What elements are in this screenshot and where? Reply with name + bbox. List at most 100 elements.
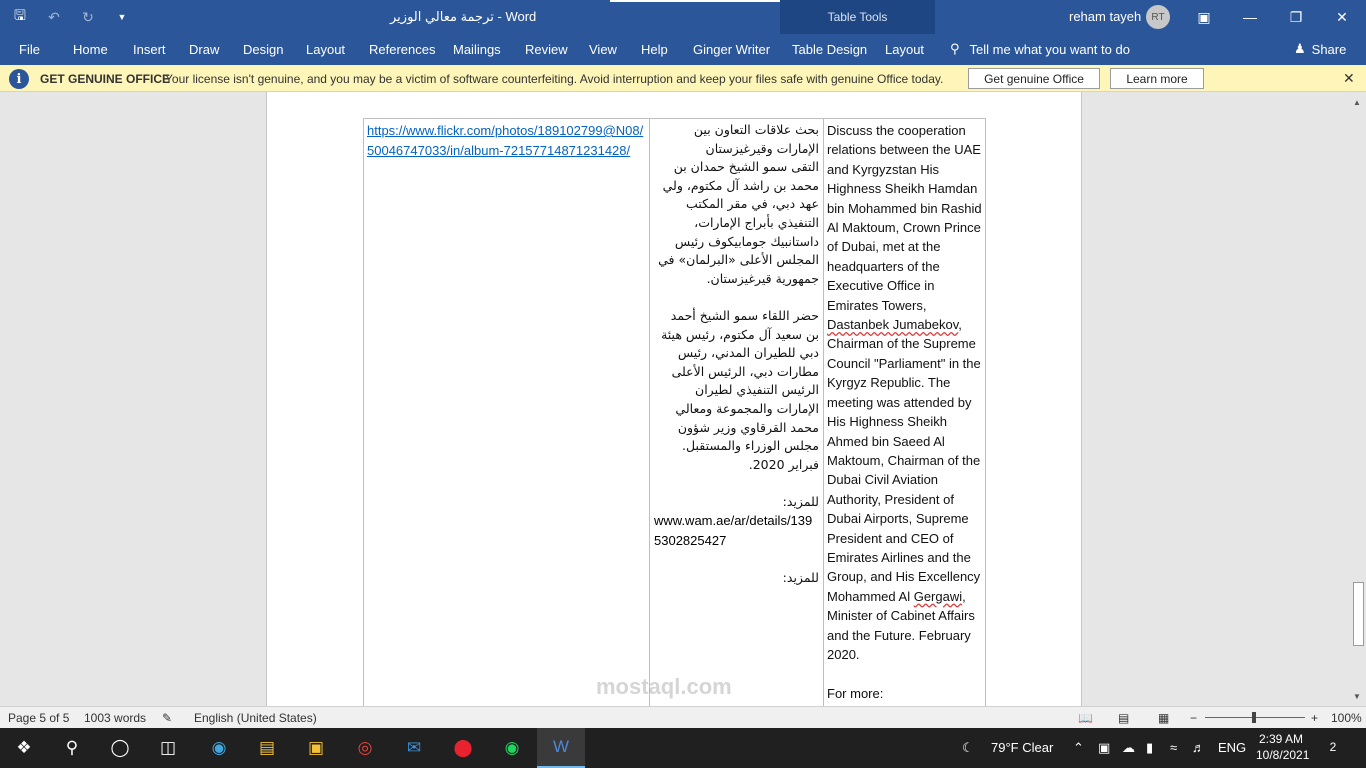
tab-references[interactable]: References — [369, 42, 435, 57]
arabic-more-label-2: للمزيد: — [782, 569, 819, 585]
get-genuine-office-button[interactable]: Get genuine Office — [968, 68, 1100, 89]
quick-access-toolbar: 🖫 ↶ ↻ ▼ — [10, 0, 132, 34]
web-layout-icon[interactable]: ▦ — [1158, 711, 1169, 725]
close-icon[interactable]: ✕ — [1319, 0, 1365, 34]
tab-accent-line — [610, 0, 805, 2]
network-tray-icon[interactable]: ▣ — [1098, 740, 1110, 756]
document-canvas[interactable]: https://www.flickr.com/photos/189102799@… — [0, 92, 1366, 706]
notification-center[interactable]: 2 — [1322, 736, 1344, 758]
clock-time: 2:39 AM — [1258, 732, 1304, 746]
undo-icon[interactable]: ↶ — [44, 7, 64, 27]
battery-icon[interactable]: ▮ — [1146, 740, 1153, 756]
wifi-icon[interactable]: ≈ — [1170, 740, 1177, 755]
table-tools-label: Table Tools — [780, 0, 935, 34]
restore-icon[interactable]: ❐ — [1273, 0, 1319, 34]
tab-view[interactable]: View — [589, 42, 617, 57]
person-icon: ♟ — [1294, 41, 1306, 56]
page-count[interactable]: Page 5 of 5 — [8, 711, 69, 725]
arabic-paragraph-1: التقى سمو الشيخ حمدان بن محمد بن راشد آل… — [658, 159, 819, 286]
spotify-icon[interactable]: ◉ — [488, 728, 536, 768]
input-language[interactable]: ENG — [1218, 740, 1246, 755]
redo-icon[interactable]: ↻ — [78, 7, 98, 27]
tab-ginger-writer[interactable]: Ginger Writer — [693, 42, 770, 57]
share-label: Share — [1311, 41, 1347, 57]
weather-status[interactable]: 79°F Clear — [991, 740, 1053, 755]
tab-insert[interactable]: Insert — [133, 42, 166, 57]
tab-review[interactable]: Review — [525, 42, 568, 57]
scroll-up-icon[interactable]: ▲ — [1353, 98, 1361, 107]
table-cell-link[interactable]: https://www.flickr.com/photos/189102799@… — [364, 119, 650, 706]
banner-text: Your license isn't genuine, and you may … — [165, 72, 944, 86]
document-page[interactable]: https://www.flickr.com/photos/189102799@… — [266, 92, 1082, 706]
cloud-icon[interactable]: ☁ — [1122, 740, 1135, 756]
chrome-icon[interactable]: ◎ — [341, 728, 389, 768]
tab-table-layout[interactable]: Layout — [885, 42, 924, 57]
tab-mailings[interactable]: Mailings — [453, 42, 501, 57]
vertical-scrollbar[interactable]: ▲ ▼ — [1350, 92, 1366, 706]
tab-design[interactable]: Design — [243, 42, 283, 57]
system-clock[interactable]: 2:39 AM 10/8/2021 — [1256, 731, 1309, 763]
spelling-error[interactable]: Dastanbek Jumabekov — [827, 317, 958, 332]
scroll-thumb[interactable] — [1353, 582, 1364, 646]
taskbar: ❖ ⚲ ◯ ◫ ◉ ▤ ▣ ◎ ✉ ⬤ ◉ W ☾ 79°F Clear ⌃ ▣… — [0, 728, 1366, 768]
avatar[interactable]: RT — [1146, 5, 1170, 29]
ribbon-display-options-icon[interactable]: ▣ — [1181, 0, 1227, 34]
spelling-error[interactable]: Gergawi — [914, 589, 962, 604]
customize-toolbar-icon[interactable]: ▼ — [112, 7, 132, 27]
file-explorer-icon[interactable]: ▤ — [243, 728, 291, 768]
tab-layout[interactable]: Layout — [306, 42, 345, 57]
proofing-icon[interactable]: ✎ — [162, 711, 172, 725]
tab-draw[interactable]: Draw — [189, 42, 219, 57]
english-translation: Discuss the cooperation relations betwee… — [827, 123, 982, 662]
flickr-link[interactable]: https://www.flickr.com/photos/189102799@… — [367, 121, 646, 160]
tab-home[interactable]: Home — [73, 42, 108, 57]
language-status[interactable]: English (United States) — [194, 711, 317, 725]
share-button[interactable]: ♟ Share — [1294, 41, 1346, 57]
edge-icon[interactable]: ◉ — [195, 728, 243, 768]
word-taskbar-icon[interactable]: W — [537, 728, 585, 768]
save-icon[interactable]: 🖫 — [10, 7, 30, 27]
read-mode-icon[interactable]: 📖 — [1078, 711, 1093, 725]
wam-url: www.wam.ae/ar/details/1395302825427 — [654, 513, 813, 548]
zoom-level[interactable]: 100% — [1331, 711, 1362, 725]
genuine-office-banner: i GET GENUINE OFFICE Your license isn't … — [0, 65, 1366, 92]
volume-icon[interactable]: ♬ — [1192, 740, 1205, 755]
minimize-icon[interactable]: — — [1227, 0, 1273, 34]
task-view-icon[interactable]: ◫ — [144, 728, 192, 768]
zoom-in-icon[interactable]: + — [1311, 711, 1318, 725]
scroll-down-icon[interactable]: ▼ — [1353, 692, 1361, 701]
banner-title: GET GENUINE OFFICE — [40, 72, 171, 86]
table-cell-arabic[interactable]: بحث علاقات التعاون بين الإمارات وقيرغيزس… — [650, 119, 824, 706]
close-banner-icon[interactable]: ✕ — [1343, 70, 1355, 87]
zoom-slider-thumb[interactable] — [1252, 712, 1256, 723]
title-bar: 🖫 ↶ ↻ ▼ ترجمة معالي الوزير - Word Table … — [0, 0, 1366, 34]
notification-count: 2 — [1329, 740, 1337, 754]
word-count[interactable]: 1003 words — [84, 711, 146, 725]
moon-icon: ☾ — [962, 740, 974, 755]
ribbon-tabs: File Home Insert Draw Design Layout Refe… — [0, 34, 1366, 65]
table-cell-english[interactable]: Discuss the cooperation relations betwee… — [824, 119, 986, 706]
chevron-up-icon[interactable]: ⌃ — [1073, 740, 1084, 756]
tell-me-label: Tell me what you want to do — [969, 41, 1130, 57]
print-layout-icon[interactable]: ▤ — [1118, 711, 1129, 725]
info-icon: i — [9, 69, 29, 89]
search-icon[interactable]: ⚲ — [48, 728, 96, 768]
lightbulb-icon: ⚲ — [950, 41, 960, 56]
learn-more-button[interactable]: Learn more — [1110, 68, 1204, 89]
arabic-paragraph-2: حضر اللقاء سمو الشيخ أحمد بن سعيد آل مكت… — [661, 307, 819, 472]
tell-me-search[interactable]: ⚲ Tell me what you want to do — [950, 41, 1130, 57]
opera-icon[interactable]: ⬤ — [439, 728, 487, 768]
watermark-text: mostaql.com — [596, 674, 732, 699]
user-name[interactable]: reham tayeh — [1069, 9, 1141, 24]
store-icon[interactable]: ▣ — [292, 728, 340, 768]
tab-file[interactable]: File — [19, 42, 40, 57]
tab-table-design[interactable]: Table Design — [792, 42, 867, 57]
cortana-icon[interactable]: ◯ — [96, 728, 144, 768]
windows-start-icon[interactable]: ❖ — [0, 728, 48, 768]
arabic-more-label: للمزيد: — [782, 493, 819, 509]
tab-help[interactable]: Help — [641, 42, 668, 57]
mail-icon[interactable]: ✉ — [390, 728, 438, 768]
translation-table[interactable]: https://www.flickr.com/photos/189102799@… — [363, 118, 986, 706]
document-title: ترجمة معالي الوزير - Word — [390, 9, 537, 24]
zoom-out-icon[interactable]: − — [1190, 711, 1197, 725]
